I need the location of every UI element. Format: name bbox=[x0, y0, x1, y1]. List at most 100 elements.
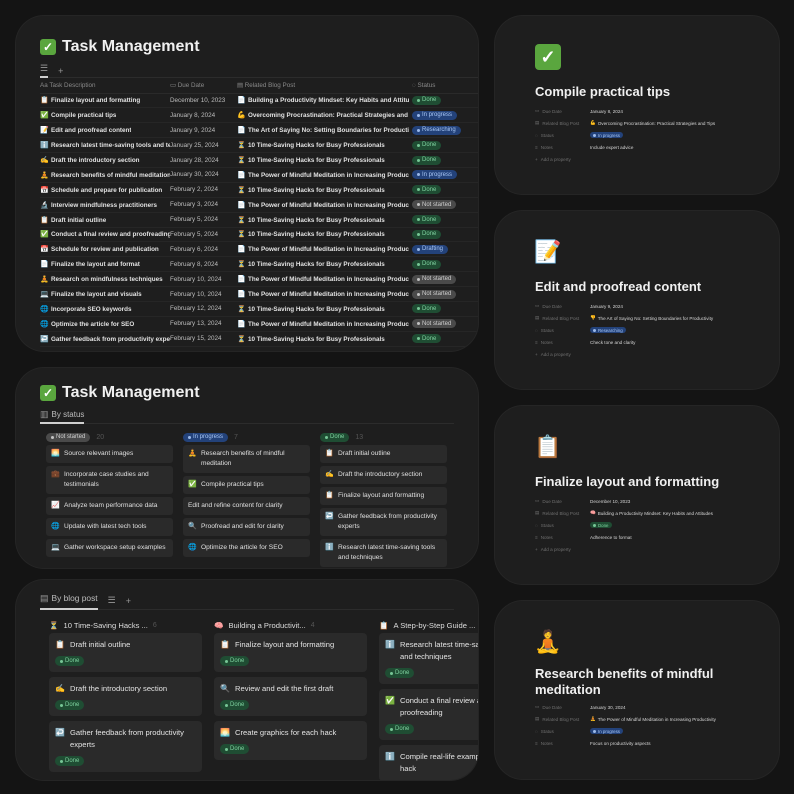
board-card[interactable]: ↩️ Gather feedback from productivity expe… bbox=[49, 721, 202, 772]
task-cell[interactable]: ↩️ Gather feedback from productivity expe… bbox=[40, 331, 170, 347]
property-related-post[interactable]: ▤ Related Blog Post 🧘 The Power of Mindful … bbox=[535, 713, 716, 725]
task-cell[interactable]: ✍️ Draft the introductory section bbox=[40, 152, 170, 168]
column-header-post[interactable]: ▤ Related Blog Post bbox=[237, 79, 412, 94]
add-view-icon[interactable]: + bbox=[126, 596, 131, 606]
tab-by-blog-post[interactable]: ▤ By blog post bbox=[40, 592, 98, 610]
page-icon[interactable]: 🧘 bbox=[534, 629, 561, 655]
blog-post-cell[interactable]: ⏳ 10 Time-Saving Hacks for Busy Professio… bbox=[237, 137, 412, 154]
status-cell[interactable]: Done bbox=[412, 93, 478, 109]
status-cell[interactable]: Drafting bbox=[412, 241, 478, 258]
task-cell[interactable]: 📋 Draft initial outline bbox=[40, 212, 170, 228]
due-date-cell[interactable]: February 3, 2024 bbox=[170, 197, 237, 213]
task-cell[interactable]: 🌐 Incorporate SEO keywords bbox=[40, 301, 170, 317]
status-cell[interactable]: Done bbox=[412, 137, 478, 154]
property-related-post[interactable]: ▤ Related Blog Post 💪 Overcoming Procrastin… bbox=[535, 117, 715, 129]
table-row[interactable]: ✅ Conduct a final review and proofreading… bbox=[40, 227, 478, 243]
board-card[interactable]: 💼 Incorporate case studies and testimonia… bbox=[46, 466, 173, 494]
page-icon[interactable]: ✓ bbox=[535, 44, 561, 70]
blog-post-cell[interactable]: ⏳ 10 Time-Saving Hacks for Busy Professio… bbox=[237, 256, 412, 273]
table-row[interactable]: 💻 Finalize the layout and visuals Februar… bbox=[40, 286, 478, 302]
task-cell[interactable]: 🌐 Optimize the article for SEO bbox=[40, 316, 170, 332]
due-date-cell[interactable]: February 8, 2024 bbox=[170, 256, 237, 273]
table-row[interactable]: 📅 Schedule and prepare for publication Fe… bbox=[40, 182, 478, 198]
blog-post-cell[interactable]: 📄 The Power of Mindful Meditation in Incr… bbox=[237, 167, 412, 183]
table-row[interactable]: 📅 Schedule for review and publication Feb… bbox=[40, 241, 478, 258]
blog-post-cell[interactable]: 📄 The Power of Mindful Meditation in Incr… bbox=[237, 271, 412, 288]
status-badge[interactable]: Done bbox=[320, 432, 350, 442]
due-date-cell[interactable]: January 9, 2024 bbox=[170, 122, 237, 139]
property-notes[interactable]: ≡ Notes Adherence to format bbox=[535, 532, 713, 544]
board-card[interactable]: 🌐 Optimize the article for SEO bbox=[183, 539, 310, 557]
table-row[interactable]: ✍️ Draft the introductory section January… bbox=[40, 152, 478, 168]
status-cell[interactable]: In progress bbox=[412, 167, 478, 183]
property-due-date[interactable]: ▭ Due Date January 30, 2024 bbox=[535, 701, 716, 713]
property-due-date[interactable]: ▭ Due Date January 9, 2024 bbox=[535, 300, 713, 312]
status-badge[interactable]: Not started bbox=[46, 432, 91, 442]
due-date-cell[interactable]: January 25, 2024 bbox=[170, 137, 237, 154]
board-card[interactable]: ℹ️Research latest time-saving tools and … bbox=[320, 539, 447, 567]
add-property-button[interactable]: + Add a property bbox=[535, 544, 713, 556]
blog-post-cell[interactable]: ⏳ 10 Time-Saving Hacks for Busy Professio… bbox=[237, 301, 412, 317]
property-status[interactable]: ◌ Status Researching bbox=[535, 324, 713, 336]
table-row[interactable]: ✅ Compile practical tips January 8, 2024 … bbox=[40, 107, 478, 124]
board-card[interactable]: 📋 Draft initial outline Done bbox=[49, 633, 202, 672]
page-title[interactable]: Research benefits of mindful meditation bbox=[535, 666, 745, 698]
blog-post-cell[interactable]: ⏳ 10 Time-Saving Hacks for Busy Professio… bbox=[237, 152, 412, 168]
blog-post-cell[interactable]: 📄 The Art of Saying No: Setting Boundarie… bbox=[237, 122, 412, 139]
status-cell[interactable]: Done bbox=[412, 331, 478, 347]
property-status[interactable]: ◌ Status In progress bbox=[535, 129, 715, 141]
task-cell[interactable]: 🔬 Interview mindfulness practitioners bbox=[40, 197, 170, 213]
table-row[interactable]: 🧘 Research benefits of mindful meditation… bbox=[40, 167, 478, 183]
blog-post-cell[interactable]: ⏳ 10 Time-Saving Hacks for Busy Professio… bbox=[237, 182, 412, 198]
task-cell[interactable]: 🧘 Research on mindfulness techniques bbox=[40, 271, 170, 288]
task-cell[interactable]: 📅 Schedule for review and publication bbox=[40, 241, 170, 258]
blog-post-cell[interactable]: 📄 The Power of Mindful Meditation in Incr… bbox=[237, 241, 412, 258]
board-card[interactable]: 🔍 Review and edit the first draft Done bbox=[214, 677, 367, 716]
task-cell[interactable]: ✅ Compile practical tips bbox=[40, 107, 170, 124]
table-row[interactable]: 📄 Finalize the layout and format February… bbox=[40, 256, 478, 273]
table-row[interactable]: ↩️ Gather feedback from productivity expe… bbox=[40, 331, 478, 347]
blog-post-cell[interactable]: 📄 The Power of Mindful Meditation in Incr… bbox=[237, 286, 412, 302]
status-cell[interactable]: In progress bbox=[412, 107, 478, 124]
board-card[interactable]: Edit and refine content for clarity bbox=[183, 497, 310, 515]
table-row[interactable]: 🔬 Interview mindfulness practitioners Feb… bbox=[40, 197, 478, 213]
status-badge[interactable]: In progress bbox=[183, 432, 229, 442]
property-due-date[interactable]: ▭ Due Date December 10, 2023 bbox=[535, 495, 713, 507]
column-header-date[interactable]: ▭ Due Date bbox=[170, 79, 237, 94]
tab-table[interactable]: ☰ bbox=[40, 63, 49, 78]
due-date-cell[interactable]: February 10, 2024 bbox=[170, 271, 237, 288]
board-card[interactable]: 📋 Draft initial outline bbox=[320, 445, 447, 463]
due-date-cell[interactable]: February 2, 2024 bbox=[170, 182, 237, 198]
property-related-post[interactable]: ▤ Related Blog Post 👎 The Art of Saying No:… bbox=[535, 312, 713, 324]
board-card[interactable]: ✍️ Draft the introductory section bbox=[320, 466, 447, 484]
property-status[interactable]: ◌ Status In progress bbox=[535, 725, 716, 737]
page-icon[interactable]: 📝 bbox=[534, 239, 561, 265]
board-card[interactable]: 💻 Gather workspace setup examples bbox=[46, 539, 173, 557]
add-view-icon[interactable]: + bbox=[58, 66, 63, 76]
due-date-cell[interactable]: February 6, 2024 bbox=[170, 241, 237, 258]
due-date-cell[interactable]: February 10, 2024 bbox=[170, 286, 237, 302]
board-card[interactable]: ℹ️Research latest time-saving tools and … bbox=[379, 633, 478, 684]
page-title[interactable]: Compile practical tips bbox=[535, 84, 745, 100]
task-cell[interactable]: 📅 Schedule and prepare for publication bbox=[40, 182, 170, 198]
table-row[interactable]: 🧘 Research on mindfulness techniques Febr… bbox=[40, 271, 478, 288]
add-property-button[interactable]: + Add a property bbox=[535, 349, 713, 361]
status-cell[interactable]: Done bbox=[412, 227, 478, 243]
board-card[interactable]: 🌅 Create graphics for each hack Done bbox=[214, 721, 367, 760]
blog-post-cell[interactable]: 💪 Overcoming Procrastination: Practical S… bbox=[237, 107, 412, 124]
blog-post-cell[interactable]: ⏳ 10 Time-Saving Hacks for Busy Professio… bbox=[237, 227, 412, 243]
table-row[interactable]: 🌐 Incorporate SEO keywords February 12, 2… bbox=[40, 301, 478, 317]
status-cell[interactable]: Done bbox=[412, 256, 478, 273]
board-card[interactable]: 📋 Finalize layout and formatting bbox=[320, 487, 447, 505]
status-cell[interactable]: Done bbox=[412, 212, 478, 228]
status-cell[interactable]: Not started bbox=[412, 271, 478, 288]
board-card[interactable]: 🧘 Research benefits of mindful meditation bbox=[183, 445, 310, 473]
table-row[interactable]: ℹ️ Research latest time-saving tools and … bbox=[40, 137, 478, 154]
property-notes[interactable]: ≡ Notes Check tone and clarity bbox=[535, 337, 713, 349]
board-card[interactable]: 🌅 Source relevant images bbox=[46, 445, 173, 463]
board-card[interactable]: ℹ️Compile real-life examples for each ha… bbox=[379, 745, 478, 780]
board-card[interactable]: ✅Conduct a final review and proofreading… bbox=[379, 689, 478, 740]
due-date-cell[interactable]: February 15, 2024 bbox=[170, 331, 237, 347]
task-cell[interactable]: 📋 Finalize layout and formatting bbox=[40, 93, 170, 109]
task-cell[interactable]: 📝 Edit and proofread content bbox=[40, 122, 170, 139]
